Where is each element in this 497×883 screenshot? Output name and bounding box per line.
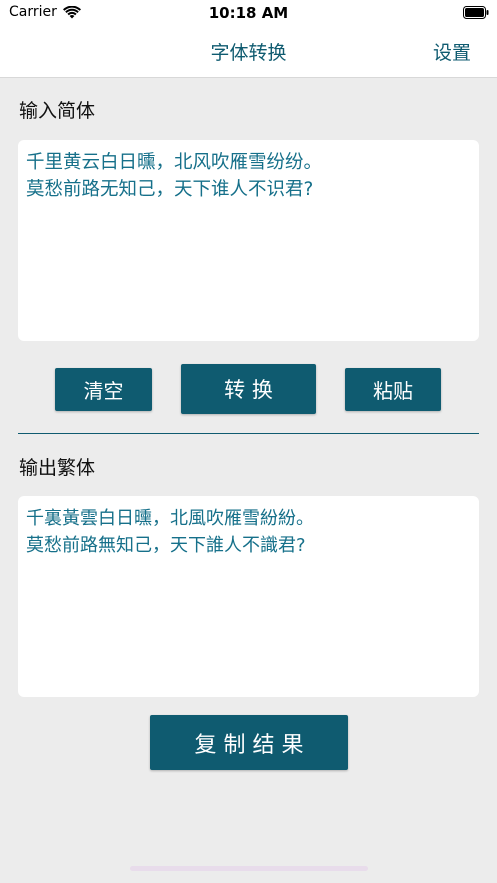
status-bar: Carrier 10:18 AM xyxy=(0,0,497,26)
convert-button-label: 转 换 xyxy=(224,378,273,402)
home-indicator xyxy=(130,866,368,871)
convert-button[interactable]: 转 换 xyxy=(181,364,316,414)
navigation-bar: 字体转换 设置 xyxy=(0,26,497,78)
section-divider xyxy=(18,433,479,434)
clear-button-label: 清空 xyxy=(83,379,124,403)
output-section-label: 输出繁体 xyxy=(19,457,96,479)
input-section-label: 输入简体 xyxy=(19,100,96,122)
paste-button-label: 粘贴 xyxy=(373,379,413,403)
battery-icon xyxy=(463,6,489,19)
clear-button[interactable]: 清空 xyxy=(55,368,152,411)
simplified-input-field[interactable]: 千里黄云白日曛，北风吹雁雪纷纷。 莫愁前路无知己，天下谁人不识君? xyxy=(18,140,479,341)
page-title: 字体转换 xyxy=(210,42,287,64)
copy-result-button[interactable]: 复 制 结 果 xyxy=(150,715,348,770)
status-time: 10:18 AM xyxy=(208,4,289,22)
traditional-output-field[interactable]: 千裏黃雲白日曛，北風吹雁雪紛紛。 莫愁前路無知己，天下誰人不識君? xyxy=(18,496,479,697)
paste-button[interactable]: 粘贴 xyxy=(345,368,441,411)
copy-result-button-label: 复 制 结 果 xyxy=(194,732,304,758)
settings-button[interactable]: 设置 xyxy=(433,38,471,65)
